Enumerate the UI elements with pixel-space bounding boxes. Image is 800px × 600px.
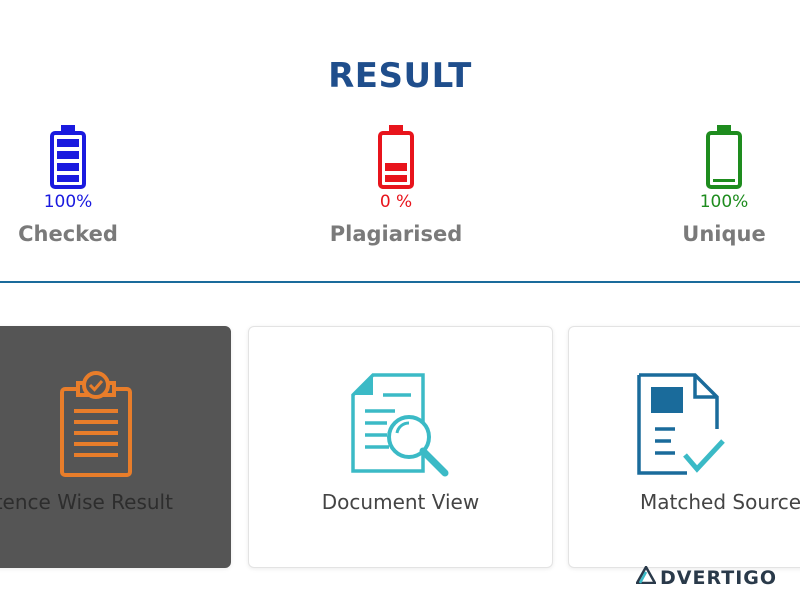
battery-full-blue-icon bbox=[0, 124, 158, 190]
document-view-label: Document View bbox=[321, 490, 480, 514]
result-title: RESULT bbox=[328, 56, 472, 96]
unique-label: Unique bbox=[682, 222, 766, 246]
unique-percent: 100% bbox=[699, 192, 749, 212]
advertigo-watermark: DVERTIGO bbox=[634, 564, 778, 589]
clipboard-check-icon bbox=[0, 371, 220, 481]
checked-percent: 100% bbox=[43, 192, 93, 212]
document-search-icon bbox=[249, 371, 552, 481]
document-view-button[interactable]: Document View bbox=[248, 326, 553, 568]
matched-source-label: Matched Source bbox=[640, 490, 800, 514]
plagiarised-percent: 0 % bbox=[379, 192, 413, 212]
battery-green-icon bbox=[634, 124, 800, 190]
battery-low-red-icon bbox=[306, 124, 486, 190]
sentence-wise-result-label: ntence Wise Result bbox=[0, 490, 173, 514]
sentence-wise-result-button[interactable]: ntence Wise Result bbox=[0, 326, 231, 568]
section-divider bbox=[0, 281, 800, 283]
matched-source-button[interactable]: Matched Source bbox=[568, 326, 800, 568]
stat-unique: 100% Unique bbox=[634, 124, 800, 246]
plagiarised-label: Plagiarised bbox=[329, 222, 463, 246]
document-check-icon bbox=[569, 371, 800, 481]
stat-checked: 100% Checked bbox=[0, 124, 158, 246]
advertigo-logo-icon bbox=[634, 564, 658, 589]
stat-plagiarised: 0 % Plagiarised bbox=[306, 124, 486, 246]
watermark-text: DVERTIGO bbox=[660, 566, 778, 589]
checked-label: Checked bbox=[18, 222, 118, 246]
